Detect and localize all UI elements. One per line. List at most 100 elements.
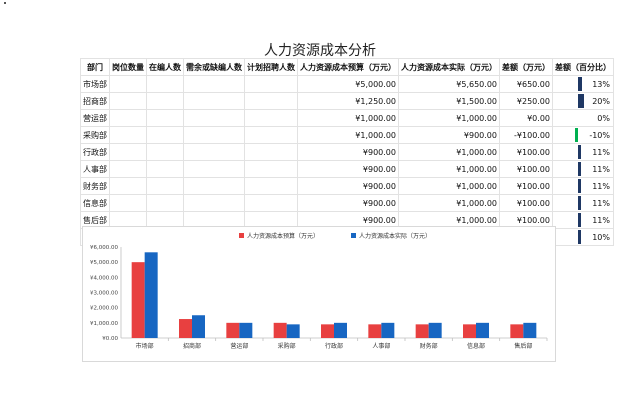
bar-budget: [510, 324, 524, 338]
pct-cell[interactable]: 11%: [552, 143, 614, 161]
bar-budget: [131, 262, 145, 338]
table-row: 招商部 ¥1,250.00 ¥1,500.00 ¥250.00 20%: [80, 92, 614, 110]
header-cell[interactable]: 人力资源成本实际（万元）: [398, 58, 500, 76]
empty-cell[interactable]: [146, 143, 184, 161]
empty-cell[interactable]: [183, 143, 245, 161]
header-cell[interactable]: 部门: [80, 58, 110, 76]
pct-value: 11%: [592, 147, 610, 157]
empty-cell[interactable]: [183, 126, 245, 144]
empty-cell[interactable]: [244, 92, 298, 110]
actual-cell[interactable]: ¥1,000.00: [398, 177, 500, 195]
actual-cell[interactable]: ¥900.00: [398, 126, 500, 144]
empty-cell[interactable]: [146, 126, 184, 144]
header-cell[interactable]: 人力资源成本预算（万元）: [297, 58, 399, 76]
diff-cell[interactable]: ¥650.00: [499, 75, 553, 93]
dept-cell[interactable]: 行政部: [80, 143, 110, 161]
budget-cell[interactable]: ¥5,000.00: [297, 75, 399, 93]
empty-cell[interactable]: [109, 109, 147, 127]
empty-cell[interactable]: [109, 194, 147, 212]
diff-cell[interactable]: -¥100.00: [499, 126, 553, 144]
header-cell[interactable]: 差额（万元）: [499, 58, 553, 76]
budget-cell[interactable]: ¥900.00: [297, 160, 399, 178]
empty-cell[interactable]: [109, 143, 147, 161]
pct-cell[interactable]: 0%: [552, 109, 614, 127]
dept-cell[interactable]: 市场部: [80, 75, 110, 93]
dept-cell[interactable]: 招商部: [80, 92, 110, 110]
pct-value: 20%: [592, 96, 610, 106]
empty-cell[interactable]: [109, 160, 147, 178]
pct-cell[interactable]: 11%: [552, 160, 614, 178]
dept-cell[interactable]: 人事部: [80, 160, 110, 178]
empty-cell[interactable]: [183, 194, 245, 212]
empty-cell[interactable]: [146, 92, 184, 110]
diff-cell[interactable]: ¥100.00: [499, 177, 553, 195]
actual-cell[interactable]: ¥1,500.00: [398, 92, 500, 110]
empty-cell[interactable]: [109, 126, 147, 144]
empty-cell[interactable]: [183, 109, 245, 127]
empty-cell[interactable]: [146, 194, 184, 212]
header-cell[interactable]: 在编人数: [146, 58, 184, 76]
header-cell[interactable]: 需余或缺编人数: [183, 58, 245, 76]
pct-cell[interactable]: 10%: [552, 228, 614, 246]
budget-cell[interactable]: ¥900.00: [297, 143, 399, 161]
diff-cell[interactable]: ¥250.00: [499, 92, 553, 110]
empty-cell[interactable]: [183, 92, 245, 110]
header-cell[interactable]: 计划招聘人数: [244, 58, 298, 76]
diff-cell[interactable]: ¥100.00: [499, 194, 553, 212]
empty-cell[interactable]: [109, 92, 147, 110]
pct-cell[interactable]: 20%: [552, 92, 614, 110]
bar-actual: [476, 322, 489, 338]
cost-table: 部门 岗位数量 在编人数 需余或缺编人数 计划招聘人数 人力资源成本预算（万元）…: [80, 58, 614, 246]
budget-cell[interactable]: ¥900.00: [297, 194, 399, 212]
cost-bar-chart[interactable]: 人力资源成本预算（万元） 人力资源成本实际（万元） ¥0.00 ¥1,000.00 ¥2…: [82, 226, 556, 362]
y-tick-label: ¥6,000.00: [90, 245, 118, 251]
empty-cell[interactable]: [183, 177, 245, 195]
empty-cell[interactable]: [244, 109, 298, 127]
empty-cell[interactable]: [146, 109, 184, 127]
dept-cell[interactable]: 财务部: [80, 177, 110, 195]
budget-cell[interactable]: ¥1,000.00: [297, 109, 399, 127]
pct-cell[interactable]: 11%: [552, 194, 614, 212]
empty-cell[interactable]: [109, 75, 147, 93]
actual-cell[interactable]: ¥5,650.00: [398, 75, 500, 93]
empty-cell[interactable]: [109, 177, 147, 195]
budget-cell[interactable]: ¥1,250.00: [297, 92, 399, 110]
dept-cell[interactable]: 采购部: [80, 126, 110, 144]
y-tick-label: ¥4,000.00: [90, 275, 118, 281]
empty-cell[interactable]: [183, 75, 245, 93]
empty-cell[interactable]: [146, 75, 184, 93]
empty-cell[interactable]: [244, 194, 298, 212]
pct-cell[interactable]: 11%: [552, 211, 614, 229]
dept-cell[interactable]: 信息部: [80, 194, 110, 212]
header-cell[interactable]: 岗位数量: [109, 58, 147, 76]
empty-cell[interactable]: [244, 75, 298, 93]
empty-cell[interactable]: [244, 126, 298, 144]
diff-cell[interactable]: ¥100.00: [499, 143, 553, 161]
budget-cell[interactable]: ¥1,000.00: [297, 126, 399, 144]
empty-cell[interactable]: [244, 143, 298, 161]
budget-cell[interactable]: ¥900.00: [297, 177, 399, 195]
dept-cell[interactable]: 营运部: [80, 109, 110, 127]
empty-cell[interactable]: [183, 160, 245, 178]
empty-cell[interactable]: [244, 160, 298, 178]
pct-cell[interactable]: -10%: [552, 126, 614, 144]
actual-cell[interactable]: ¥1,000.00: [398, 109, 500, 127]
actual-cell[interactable]: ¥1,000.00: [398, 143, 500, 161]
sheet-title: 人力资源成本分析: [264, 43, 376, 59]
empty-cell[interactable]: [146, 177, 184, 195]
diff-cell[interactable]: ¥0.00: [499, 109, 553, 127]
actual-cell[interactable]: ¥1,000.00: [398, 194, 500, 212]
empty-cell[interactable]: [146, 160, 184, 178]
bar-actual: [192, 315, 205, 338]
select-all-corner[interactable]: [4, 2, 6, 4]
pct-cell[interactable]: 13%: [552, 75, 614, 93]
header-cell[interactable]: 差额（百分比）: [552, 58, 614, 76]
pct-value: 11%: [592, 198, 610, 208]
pct-cell[interactable]: 11%: [552, 177, 614, 195]
diff-cell[interactable]: ¥100.00: [499, 160, 553, 178]
actual-cell[interactable]: ¥1,000.00: [398, 160, 500, 178]
x-tick-label: 信息部: [467, 342, 485, 350]
x-tick-label: 售后部: [514, 342, 532, 350]
empty-cell[interactable]: [244, 177, 298, 195]
bar-budget: [463, 324, 476, 338]
